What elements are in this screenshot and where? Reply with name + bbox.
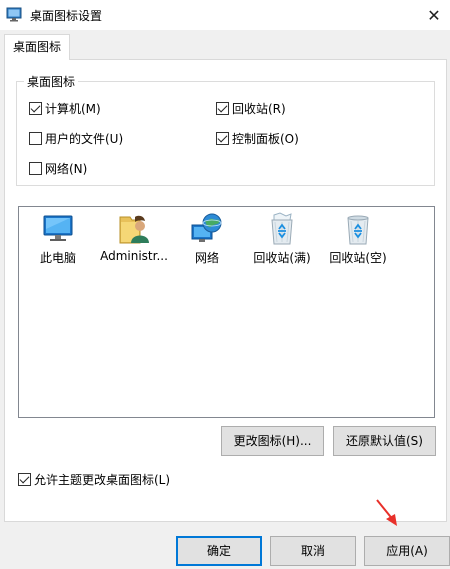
network-icon (191, 213, 222, 242)
close-icon: ✕ (427, 5, 441, 25)
tab-desktop-icons[interactable]: 桌面图标 (4, 34, 70, 60)
close-button[interactable]: ✕ (418, 0, 450, 30)
checkbox-unchecked-icon[interactable] (29, 162, 42, 175)
checkbox-checked-icon[interactable] (18, 473, 31, 486)
user-files-checkbox[interactable]: 用户的文件(U) (29, 130, 123, 147)
network-checkbox[interactable]: 网络(N) (29, 160, 87, 177)
control-panel-checkbox-label: 控制面板(O) (232, 132, 299, 146)
user-folder-icon (119, 215, 149, 244)
icon-label-recycle-bin-empty: 回收站(空) (329, 251, 387, 265)
computer-icon (43, 215, 73, 241)
icon-label-administrator: Administr... (100, 249, 168, 263)
icon-item-network[interactable]: 网络 (169, 211, 245, 266)
icon-label-network: 网络 (194, 251, 219, 265)
recycle-bin-checkbox[interactable]: 回收站(R) (216, 100, 286, 117)
computer-checkbox-label: 计算机(M) (45, 102, 101, 116)
icon-label-recycle-bin-full: 回收站(满) (253, 251, 311, 265)
checkbox-unchecked-icon[interactable] (29, 132, 42, 145)
icon-list[interactable]: 此电脑 Administr... 网络 回收站(满) 回收站(空) (18, 206, 435, 418)
checkbox-checked-icon[interactable] (29, 102, 42, 115)
annotation-arrow-icon (376, 499, 397, 526)
computer-checkbox[interactable]: 计算机(M) (29, 100, 101, 117)
control-panel-checkbox[interactable]: 控制面板(O) (216, 130, 299, 147)
cancel-button[interactable]: 取消 (270, 536, 356, 566)
icon-label-this-pc: 此电脑 (39, 251, 76, 265)
restore-default-button[interactable]: 还原默认值(S) (333, 426, 436, 456)
recycle-bin-empty-icon (347, 215, 369, 245)
title-bar: 桌面图标设置 ✕ (0, 0, 450, 30)
checkbox-checked-icon[interactable] (216, 132, 229, 145)
apply-button[interactable]: 应用(A) (364, 536, 450, 566)
change-icon-button[interactable]: 更改图标(H)... (221, 426, 324, 456)
recycle-bin-full-icon (271, 212, 293, 245)
recycle-bin-checkbox-label: 回收站(R) (232, 102, 286, 116)
ok-button[interactable]: 确定 (176, 536, 262, 566)
icon-item-recycle-bin-empty[interactable]: 回收站(空) (320, 211, 396, 266)
icon-item-recycle-bin-full[interactable]: 回收站(满) (244, 211, 320, 266)
checkbox-checked-icon[interactable] (216, 102, 229, 115)
allow-themes-checkbox[interactable]: 允许主题更改桌面图标(L) (18, 471, 170, 488)
user-files-checkbox-label: 用户的文件(U) (45, 132, 124, 146)
allow-themes-checkbox-label: 允许主题更改桌面图标(L) (34, 473, 171, 487)
icon-item-administrator[interactable]: Administr... (96, 211, 172, 263)
group-legend: 桌面图标 (24, 73, 79, 90)
window-title: 桌面图标设置 (30, 9, 103, 23)
icon-item-this-pc[interactable]: 此电脑 (20, 211, 96, 266)
network-checkbox-label: 网络(N) (45, 162, 88, 176)
desktop-settings-icon (6, 7, 22, 22)
